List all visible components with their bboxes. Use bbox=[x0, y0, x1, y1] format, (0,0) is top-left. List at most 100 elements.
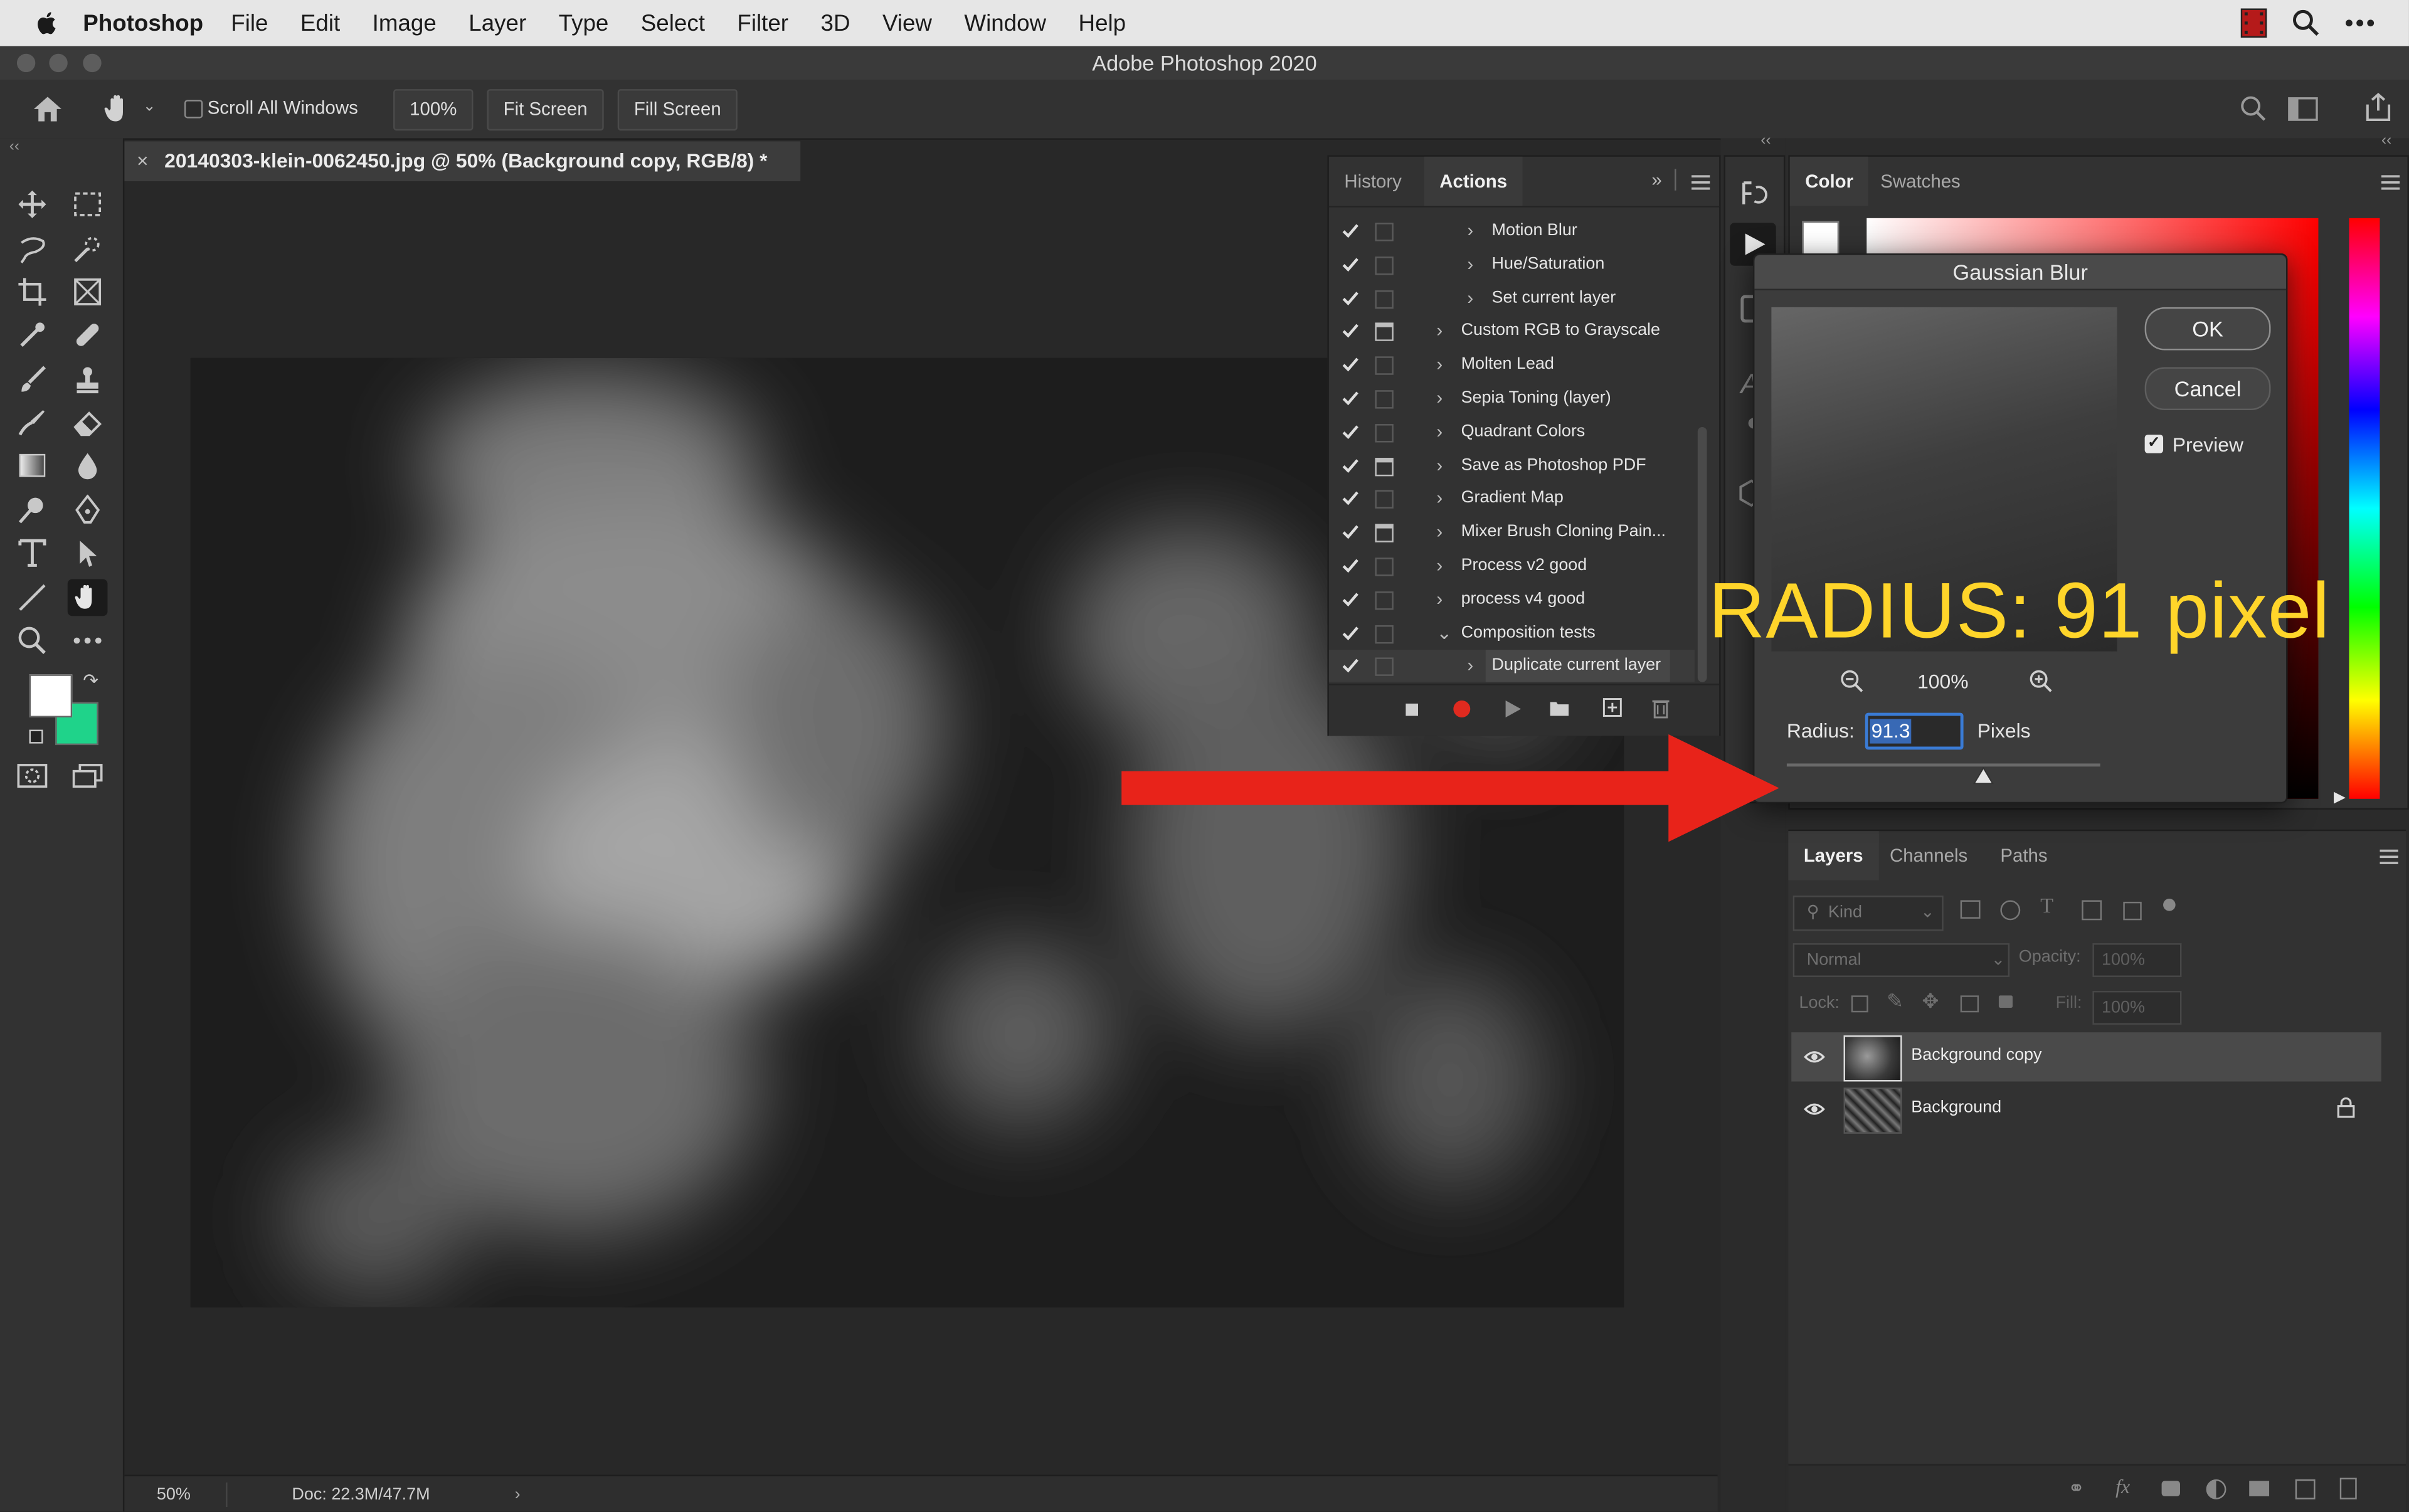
filter-smart-object-icon[interactable] bbox=[2123, 901, 2142, 921]
action-enabled-checkmark-icon[interactable] bbox=[1342, 389, 1360, 407]
collapse-dock-icon[interactable]: ‹‹ bbox=[1760, 132, 1771, 149]
history-brush-tool-icon[interactable] bbox=[13, 404, 53, 441]
action-enabled-checkmark-icon[interactable] bbox=[1342, 422, 1360, 440]
workspace-icon[interactable] bbox=[2287, 97, 2318, 121]
menu-app-name[interactable]: Photoshop bbox=[83, 10, 203, 36]
history-panel-icon[interactable] bbox=[1739, 178, 1770, 209]
action-enabled-checkmark-icon[interactable] bbox=[1342, 355, 1360, 373]
marquee-tool-icon[interactable] bbox=[68, 186, 108, 223]
fill-field[interactable]: 100% bbox=[2092, 990, 2182, 1025]
action-item[interactable]: › Set current layer bbox=[1329, 282, 1695, 314]
actions-scrollbar[interactable] bbox=[1697, 426, 1707, 682]
filter-toggle-icon[interactable] bbox=[2163, 899, 2176, 911]
layer-style-fx-icon[interactable]: fx bbox=[2115, 1475, 2130, 1499]
color-panel-foreground-swatch[interactable] bbox=[1802, 221, 1840, 258]
tab-actions[interactable]: Actions bbox=[1424, 156, 1523, 206]
tab-channels[interactable]: Channels bbox=[1875, 831, 1983, 880]
minimize-window-button[interactable] bbox=[49, 53, 68, 73]
action-item[interactable]: › Mixer Brush Cloning Pain... bbox=[1329, 517, 1695, 549]
dialog-toggle-empty[interactable] bbox=[1375, 558, 1394, 576]
dialog-toggle-icon[interactable] bbox=[1375, 457, 1394, 476]
filter-pixel-icon[interactable] bbox=[1960, 900, 1981, 919]
action-item[interactable]: › Hue/Saturation bbox=[1329, 248, 1695, 280]
close-document-icon[interactable]: × bbox=[137, 141, 149, 181]
pen-tool-icon[interactable] bbox=[68, 492, 108, 529]
chevron-down-icon[interactable]: ⌄ bbox=[1436, 617, 1452, 649]
action-enabled-checkmark-icon[interactable] bbox=[1342, 623, 1360, 642]
delete-layer-icon[interactable] bbox=[2339, 1478, 2357, 1499]
tab-layers[interactable]: Layers bbox=[1788, 831, 1879, 880]
chevron-right-icon[interactable]: › bbox=[1436, 315, 1443, 347]
crop-tool-icon[interactable] bbox=[13, 273, 53, 310]
action-enabled-checkmark-icon[interactable] bbox=[1342, 456, 1360, 474]
action-enabled-checkmark-icon[interactable] bbox=[1342, 322, 1360, 340]
apple-icon[interactable] bbox=[34, 9, 61, 37]
quick-mask-icon[interactable] bbox=[13, 758, 53, 795]
dialog-toggle-empty[interactable] bbox=[1375, 223, 1394, 241]
status-menu-chevron-icon[interactable]: › bbox=[515, 1476, 521, 1511]
gradient-tool-icon[interactable] bbox=[13, 447, 53, 484]
chevron-right-icon[interactable]: › bbox=[1436, 483, 1443, 515]
dialog-toggle-empty[interactable] bbox=[1375, 591, 1394, 610]
new-layer-icon[interactable] bbox=[2295, 1479, 2316, 1499]
dodge-tool-icon[interactable] bbox=[13, 492, 53, 529]
layers-panel-menu-icon[interactable] bbox=[2380, 849, 2398, 865]
lock-all-icon[interactable] bbox=[1998, 995, 2013, 1008]
menu-3d[interactable]: 3D bbox=[821, 10, 850, 36]
chevron-right-icon[interactable]: › bbox=[1467, 650, 1473, 682]
action-item[interactable]: › Gradient Map bbox=[1329, 483, 1695, 515]
visibility-eye-icon[interactable] bbox=[1804, 1101, 1825, 1116]
action-enabled-checkmark-icon[interactable] bbox=[1342, 556, 1360, 574]
visibility-eye-icon[interactable] bbox=[1804, 1049, 1825, 1064]
move-tool-icon[interactable] bbox=[13, 186, 53, 223]
action-enabled-checkmark-icon[interactable] bbox=[1342, 657, 1360, 675]
collapse-panel-icon[interactable]: ‹‹ bbox=[9, 138, 19, 155]
hand-tool-icon[interactable] bbox=[67, 579, 108, 616]
blur-tool-icon[interactable] bbox=[68, 447, 108, 484]
menu-type[interactable]: Type bbox=[559, 10, 609, 36]
clone-stamp-tool-icon[interactable] bbox=[68, 361, 108, 398]
line-tool-icon[interactable] bbox=[13, 579, 53, 616]
screen-mode-icon[interactable] bbox=[68, 758, 108, 795]
dialog-toggle-empty[interactable] bbox=[1375, 289, 1394, 309]
lock-position-icon[interactable]: ✥ bbox=[1922, 990, 1939, 1014]
panel-menu-icon[interactable] bbox=[1692, 175, 1710, 190]
default-colors-icon[interactable] bbox=[29, 729, 43, 744]
zoom-level[interactable]: 50% bbox=[157, 1476, 191, 1511]
eyedropper-tool-icon[interactable] bbox=[13, 317, 53, 354]
zoom-out-icon[interactable] bbox=[1839, 669, 1863, 693]
action-item[interactable]: › Duplicate current layer bbox=[1328, 650, 1695, 683]
blend-mode-select[interactable]: Normal ⌄ bbox=[1792, 943, 2010, 977]
scroll-all-windows-checkbox[interactable] bbox=[184, 100, 203, 119]
chevron-down-icon[interactable]: ⌄ bbox=[143, 98, 156, 115]
layer-row-background[interactable]: Background bbox=[1791, 1084, 2381, 1134]
dialog-toggle-icon[interactable] bbox=[1375, 323, 1394, 342]
chevron-right-icon[interactable]: › bbox=[1467, 215, 1473, 247]
home-icon[interactable] bbox=[32, 95, 63, 123]
filter-adjustment-icon[interactable] bbox=[2000, 900, 2021, 921]
adjustment-layer-icon[interactable] bbox=[2206, 1479, 2226, 1499]
tab-history[interactable]: History bbox=[1329, 157, 1417, 206]
radius-slider-track[interactable] bbox=[1786, 763, 2100, 767]
type-tool-icon[interactable] bbox=[13, 534, 53, 571]
chevron-right-icon[interactable]: › bbox=[1436, 583, 1443, 615]
chevron-right-icon[interactable]: › bbox=[1436, 383, 1443, 415]
menu-edit[interactable]: Edit bbox=[300, 10, 340, 36]
spotlight-search-icon[interactable] bbox=[2292, 9, 2320, 37]
dialog-toggle-empty[interactable] bbox=[1375, 423, 1394, 442]
tab-swatches[interactable]: Swatches bbox=[1865, 157, 1976, 206]
zoom-tool-icon[interactable] bbox=[13, 622, 53, 659]
menu-select[interactable]: Select bbox=[641, 10, 705, 36]
action-item[interactable]: › Save as Photoshop PDF bbox=[1329, 450, 1695, 482]
collapse-right-dock-icon[interactable]: ‹‹ bbox=[2381, 132, 2391, 149]
search-icon[interactable] bbox=[2240, 95, 2268, 123]
brush-tool-icon[interactable] bbox=[13, 361, 53, 398]
eraser-tool-icon[interactable] bbox=[68, 404, 108, 441]
cancel-button[interactable]: Cancel bbox=[2144, 367, 2271, 411]
quick-selection-tool-icon[interactable] bbox=[68, 230, 108, 267]
tab-color[interactable]: Color bbox=[1789, 156, 1869, 206]
radius-input[interactable]: 91.3 bbox=[1865, 712, 1964, 750]
zoom-in-icon[interactable] bbox=[2028, 669, 2052, 693]
fit-screen-button[interactable]: Fit Screen bbox=[487, 89, 604, 131]
zoom-window-button[interactable] bbox=[83, 53, 102, 73]
